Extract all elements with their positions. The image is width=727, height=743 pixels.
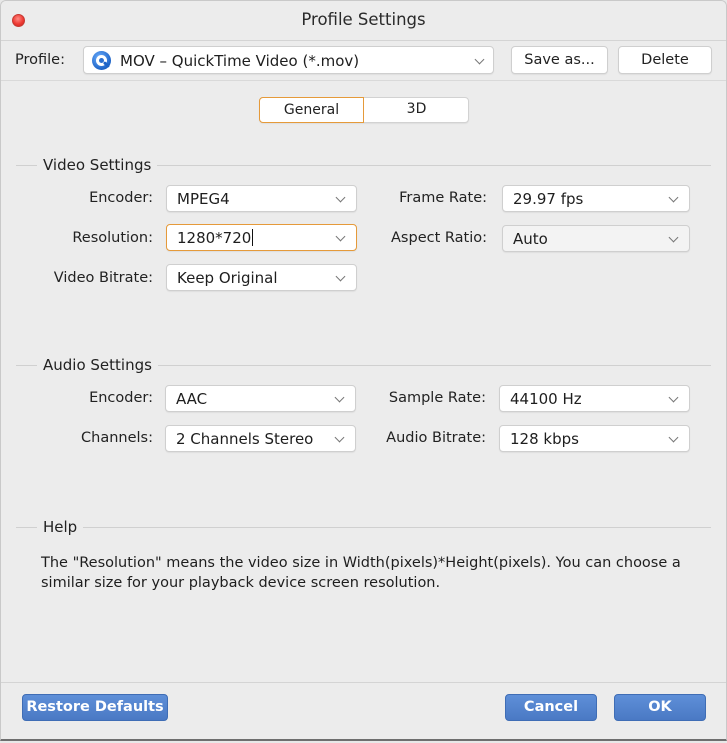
sample-rate-label: Sample Rate: (388, 390, 486, 406)
frame-rate-select[interactable]: 29.97 fps (502, 185, 690, 212)
profile-value: MOV – QuickTime Video (*.mov) (120, 52, 360, 70)
video-bitrate-select[interactable]: Keep Original (166, 264, 357, 291)
channels-value: 2 Channels Stereo (176, 430, 314, 448)
tab-general[interactable]: General (259, 97, 364, 123)
profile-select[interactable]: MOV – QuickTime Video (*.mov) (83, 46, 494, 74)
chevron-down-icon (474, 54, 485, 65)
chevron-down-icon (334, 392, 345, 403)
audio-encoder-select[interactable]: AAC (165, 385, 356, 412)
tab-3d[interactable]: 3D (364, 97, 469, 123)
profile-settings-window: Profile Settings Profile: MOV – QuickTim… (0, 0, 727, 741)
delete-button[interactable]: Delete (618, 46, 712, 74)
aspect-ratio-label: Aspect Ratio: (391, 230, 487, 246)
audio-encoder-value: AAC (176, 390, 208, 408)
audio-settings-title: Audio Settings (37, 356, 158, 374)
frame-rate-label: Frame Rate: (399, 190, 487, 206)
tab-bar: General 3D (259, 97, 469, 123)
sample-rate-value: 44100 Hz (510, 390, 582, 408)
footer-divider (1, 682, 726, 683)
help-divider (16, 527, 711, 528)
resolution-label: Resolution: (72, 230, 153, 246)
text-caret (252, 229, 254, 246)
chevron-down-icon (668, 432, 679, 443)
restore-defaults-button[interactable]: Restore Defaults (22, 694, 168, 721)
audio-encoder-label: Encoder: (89, 390, 153, 406)
profile-label: Profile: (15, 52, 65, 68)
chevron-down-icon (335, 192, 346, 203)
channels-label: Channels: (81, 430, 153, 446)
cancel-button[interactable]: Cancel (505, 694, 597, 721)
chevron-down-icon (668, 232, 679, 243)
audio-bitrate-value: 128 kbps (510, 430, 579, 448)
title-bar: Profile Settings (1, 1, 726, 41)
video-encoder-value: MPEG4 (177, 190, 230, 208)
chevron-down-icon (668, 192, 679, 203)
sample-rate-select[interactable]: 44100 Hz (499, 385, 690, 412)
save-as-button[interactable]: Save as... (511, 46, 608, 74)
resolution-value: 1280*720 (177, 229, 252, 247)
ok-button[interactable]: OK (614, 694, 706, 721)
audio-bitrate-label: Audio Bitrate: (386, 430, 486, 446)
help-text: The "Resolution" means the video size in… (41, 555, 681, 591)
channels-select[interactable]: 2 Channels Stereo (165, 425, 356, 452)
chevron-down-icon (335, 271, 346, 282)
window-title: Profile Settings (301, 10, 426, 29)
video-encoder-select[interactable]: MPEG4 (166, 185, 357, 212)
chevron-down-icon (668, 392, 679, 403)
video-settings-title: Video Settings (37, 156, 158, 174)
video-bitrate-label: Video Bitrate: (53, 270, 153, 286)
aspect-ratio-select[interactable]: Auto (502, 225, 690, 252)
video-encoder-label: Encoder: (89, 190, 153, 206)
video-bitrate-value: Keep Original (177, 269, 278, 287)
help-title: Help (37, 518, 84, 536)
chevron-down-icon (334, 432, 345, 443)
chevron-down-icon (335, 231, 346, 242)
resolution-combobox[interactable]: 1280*720 (166, 224, 357, 251)
aspect-ratio-value: Auto (513, 230, 548, 248)
audio-bitrate-select[interactable]: 128 kbps (499, 425, 690, 452)
frame-rate-value: 29.97 fps (513, 190, 584, 208)
